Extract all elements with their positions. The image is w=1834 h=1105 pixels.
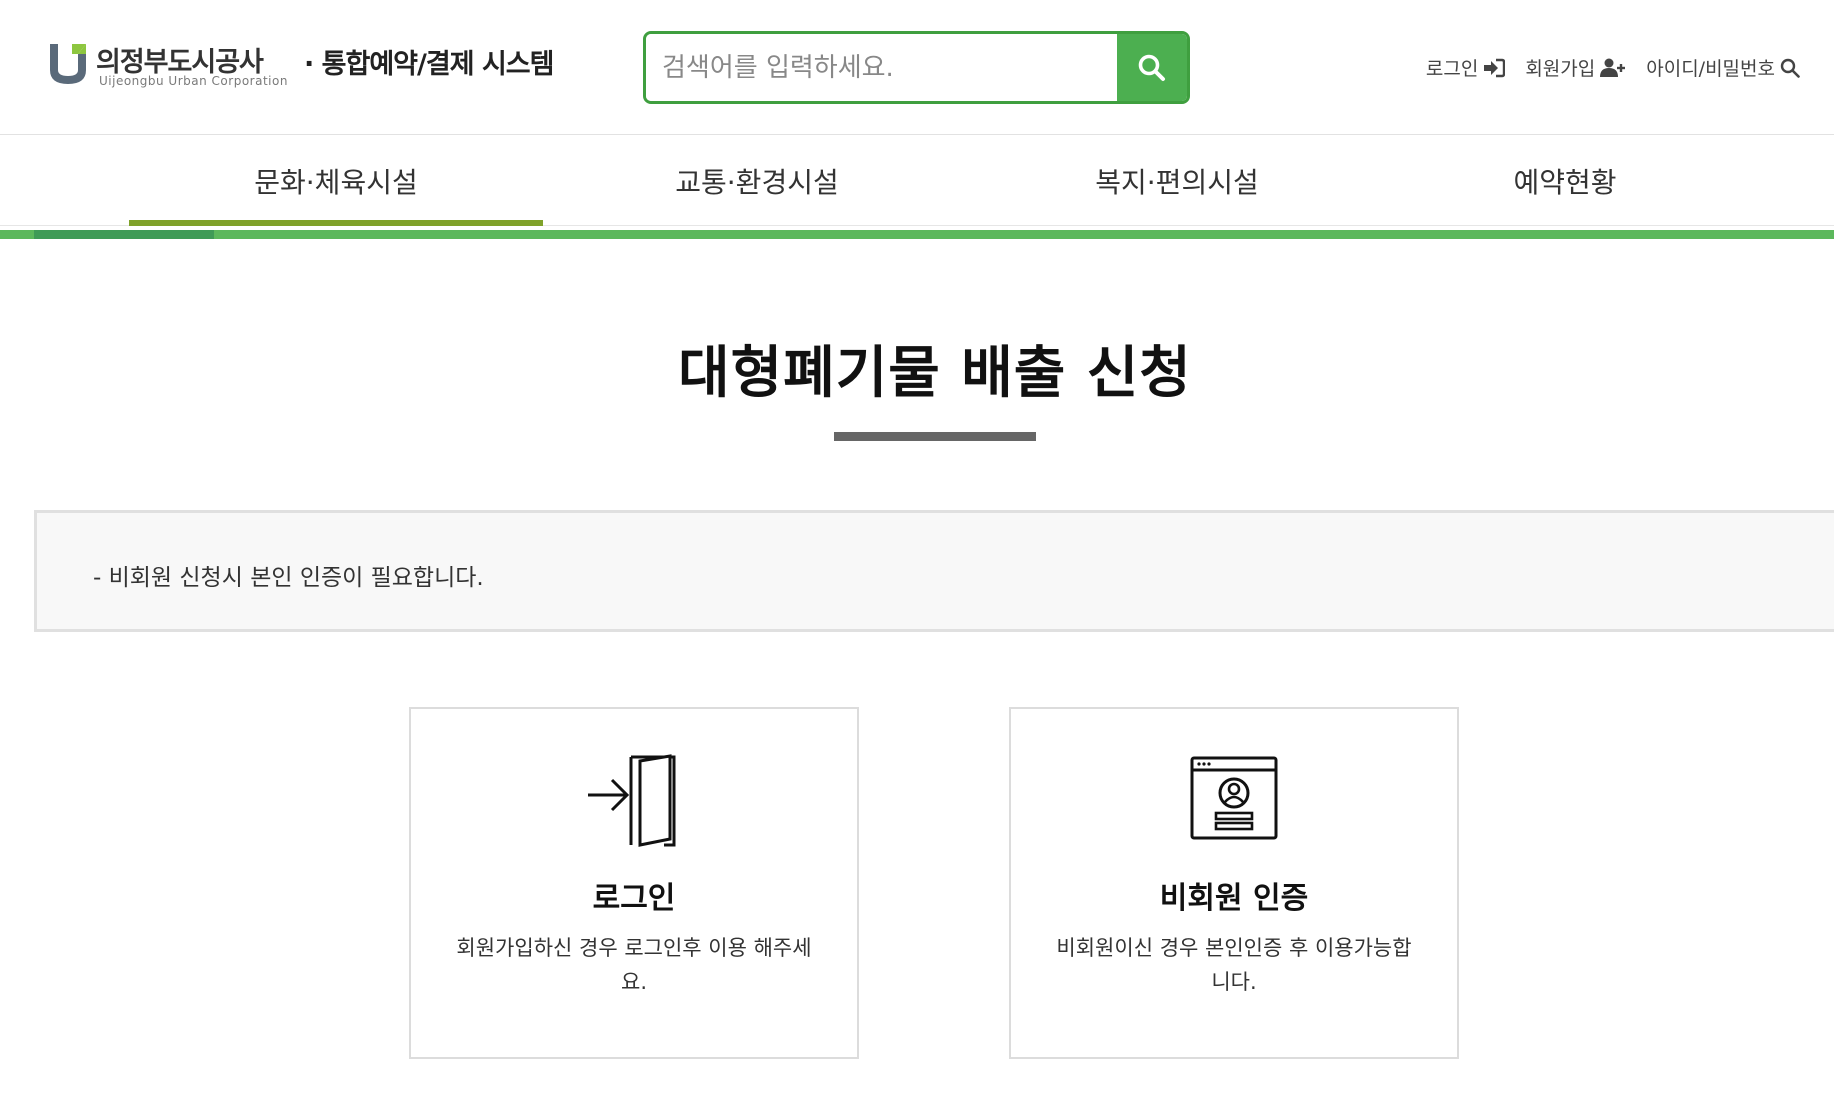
card-icon-wrap [411, 753, 857, 849]
nav-tab-transport-environment[interactable]: 교통·환경시설 [550, 135, 964, 226]
non-member-auth-card-description: 비회원이신 경우 본인인증 후 이용가능합니다. [1056, 936, 1412, 994]
logo-subtitle: Uijeongbu Urban Corporation [99, 74, 288, 88]
logo-mark-icon [50, 44, 86, 84]
find-id-password-label: 아이디/비밀번호 [1646, 58, 1775, 80]
login-link[interactable]: 로그인 [1425, 54, 1506, 81]
logo[interactable]: 의정부도시공사 Uijeongbu Urban Corporation · 통합… [46, 38, 606, 94]
title-underline [834, 432, 1036, 441]
main-nav: 문화·체육시설 교통·환경시설 복지·편의시설 예약현황 [0, 135, 1834, 226]
search-input[interactable] [646, 34, 1120, 101]
door-enter-icon [588, 754, 676, 847]
nav-tab-culture-sports[interactable]: 문화·체육시설 [129, 135, 543, 226]
sign-in-icon [1484, 58, 1506, 77]
nav-accent-segment [34, 230, 214, 239]
notice-box: - 비회원 신청시 본인 인증이 필요합니다. [34, 510, 1834, 632]
login-card-description: 회원가입하신 경우 로그인후 이용 해주세요. [456, 936, 812, 994]
search-icon [1780, 58, 1800, 78]
page-title: 대형폐기물 배출 신청 [678, 341, 1192, 406]
nav-tab-welfare-convenience[interactable]: 복지·편의시설 [970, 135, 1384, 226]
user-plus-icon [1600, 58, 1626, 77]
signup-link[interactable]: 회원가입 [1525, 54, 1626, 81]
find-id-password-link[interactable]: 아이디/비밀번호 [1646, 54, 1800, 81]
utility-links: 로그인 회원가입 아이디/비밀번호 [1426, 54, 1800, 81]
signup-link-label: 회원가입 [1525, 58, 1596, 80]
search-icon [1138, 54, 1165, 81]
non-member-auth-card[interactable]: 비회원 인증 비회원이신 경우 본인인증 후 이용가능합니다. [1009, 707, 1459, 1059]
search-button[interactable] [1117, 34, 1187, 101]
nav-tab-reservation-status[interactable]: 예약현황 [1370, 135, 1760, 226]
id-card-icon [1190, 756, 1278, 840]
card-icon-wrap [1011, 753, 1457, 849]
search-box [643, 31, 1190, 104]
non-member-auth-card-title: 비회원 인증 [1159, 881, 1309, 916]
login-card[interactable]: 로그인 회원가입하신 경우 로그인후 이용 해주세요. [409, 707, 859, 1059]
nav-accent-bar [0, 230, 1834, 239]
system-name: · 통합예약/결제 시스템 [304, 49, 554, 80]
login-card-title: 로그인 [592, 881, 676, 916]
notice-text: - 비회원 신청시 본인 인증이 필요합니다. [93, 565, 484, 591]
login-link-label: 로그인 [1425, 58, 1479, 80]
site-header: 의정부도시공사 Uijeongbu Urban Corporation · 통합… [0, 0, 1834, 135]
